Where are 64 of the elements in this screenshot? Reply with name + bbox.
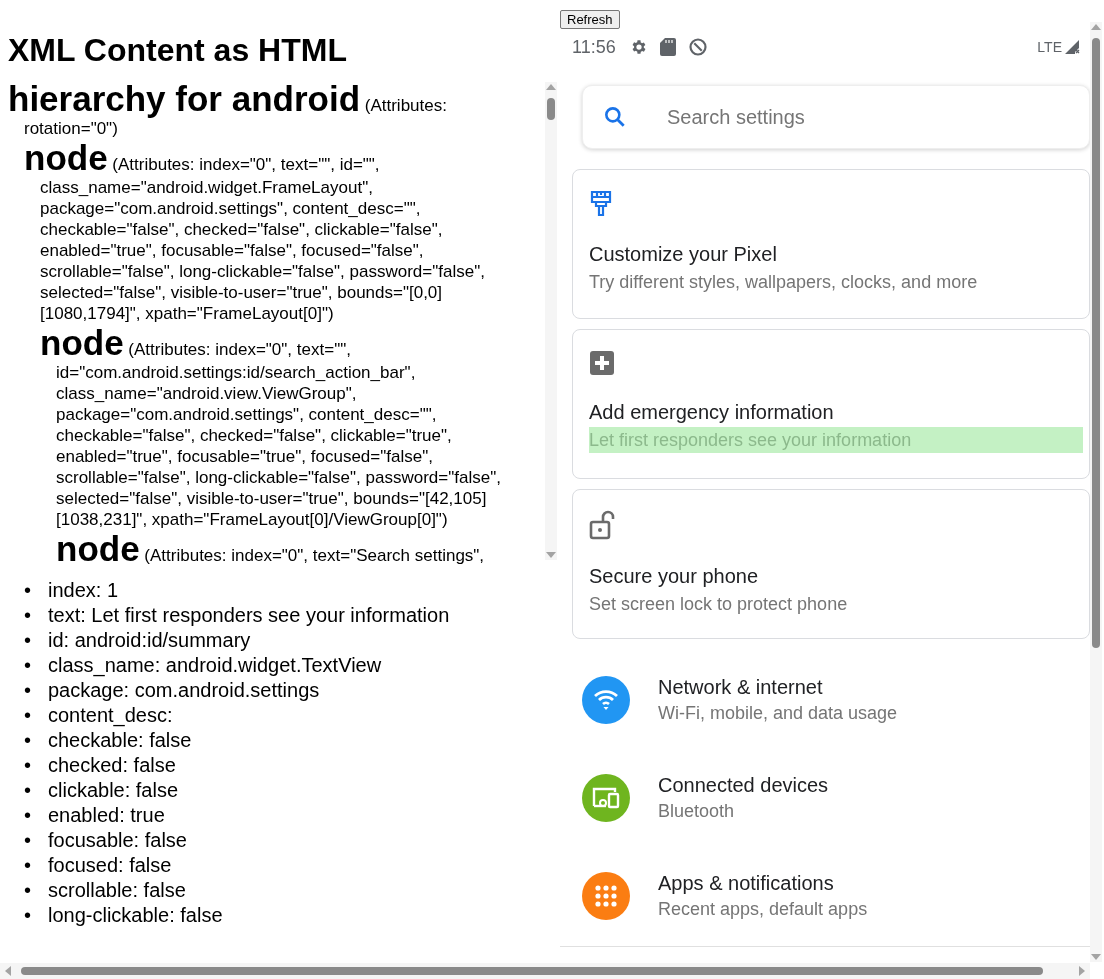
vertical-scrollbar[interactable] <box>1090 22 1102 962</box>
attribute-item: package: com.android.settings <box>48 678 320 703</box>
suggestion-card[interactable]: Secure your phone Set screen lock to protect phone <box>572 489 1090 639</box>
page-title: XML Content as HTML <box>8 31 347 70</box>
horizontal-scrollbar[interactable] <box>0 963 1090 979</box>
circle-slash-icon <box>687 37 708 57</box>
signal-icon <box>1064 39 1080 55</box>
bullet: • <box>24 728 32 753</box>
suggestion-card[interactable]: Add emergency information Let first responders see your information <box>572 329 1090 479</box>
hierarchy-entry: hierarchy for android(Attributes: rotation="0") <box>8 80 448 139</box>
vertical-scrollbar[interactable] <box>545 82 557 560</box>
settings-summary: Wi-Fi, mobile, and data usage <box>658 702 898 725</box>
attribute-item: checked: false <box>48 753 176 778</box>
status-time: 11:56 <box>572 35 616 59</box>
sd-card-icon <box>659 38 676 56</box>
card-title: Add emergency information <box>589 400 835 425</box>
node-entry: node(Attributes: index="0", text="", id="", class_name="android.widget.FrameLayout", package="com.android.settings", content_desc="", checkable="false", checked="false", clickable="false", enabled="true", focusable="false", focused="false", scrollable="false", long-clickable="false", password="false", selected="false", visible-to-user="true", bounds="[0,0][1080,1794]", xpath="FrameLayout[0]") <box>24 139 486 324</box>
bullet: • <box>24 703 32 728</box>
bullet: • <box>24 778 32 803</box>
settings-title: Network & internet <box>658 675 823 700</box>
network-type-label: LTE <box>1037 37 1062 57</box>
bullet: • <box>24 903 32 928</box>
bullet: • <box>24 653 32 678</box>
bullet: • <box>24 678 32 703</box>
bullet: • <box>24 578 32 603</box>
plus-square-icon <box>589 350 615 376</box>
settings-item[interactable]: Connected devices Bluetooth <box>560 749 1090 847</box>
bullet: • <box>24 603 32 628</box>
card-title: Secure your phone <box>589 564 759 589</box>
attribute-item: text: Let first responders see your information <box>48 603 450 628</box>
settings-item[interactable]: Network & internet Wi-Fi, mobile, and data usage <box>560 651 1090 749</box>
attribute-item: checkable: false <box>48 728 192 753</box>
attribute-item: content_desc: <box>48 703 173 728</box>
refresh-button[interactable]: Refresh <box>560 10 620 29</box>
bullet: • <box>24 753 32 778</box>
attribute-item: id: android:id/summary <box>48 628 251 653</box>
card-summary: Try different styles, wallpapers, clocks, and more <box>589 271 979 294</box>
settings-summary: Recent apps, default apps <box>658 898 868 921</box>
card-title: Customize your Pixel <box>589 242 778 267</box>
attribute-item: scrollable: false <box>48 878 186 903</box>
node-entry: node(Attributes: index="0", text="Search settings", <box>56 530 486 568</box>
attribute-item: enabled: true <box>48 803 165 828</box>
highlighted-summary: Let first responders see your information <box>589 427 1083 453</box>
settings-title: Apps & notifications <box>658 871 834 896</box>
settings-title: Connected devices <box>658 773 829 798</box>
bullet: • <box>24 628 32 653</box>
bullet: • <box>24 853 32 878</box>
bullet: • <box>24 878 32 903</box>
attribute-item: clickable: false <box>48 778 179 803</box>
search-field[interactable]: Search settings <box>582 85 1090 149</box>
card-summary: Set screen lock to protect phone <box>589 593 849 616</box>
suggestion-card[interactable]: Customize your Pixel Try different styles, wallpapers, clocks, and more <box>572 169 1090 319</box>
settings-item[interactable]: Apps & notifications Recent apps, default apps <box>560 847 1090 945</box>
unlocked-padlock-icon <box>589 510 617 540</box>
attribute-item: class_name: android.widget.TextView <box>48 653 382 678</box>
attribute-item: focused: false <box>48 853 172 878</box>
attribute-item: long-clickable: false <box>48 903 223 928</box>
attribute-item: focusable: false <box>48 828 187 853</box>
bullet: • <box>24 803 32 828</box>
attribute-item: index: 1 <box>48 578 119 603</box>
bullet: • <box>24 828 32 853</box>
node-entry: node(Attributes: index="0", text="", id="com.android.settings:id/search_action_bar", class_name="android.view.ViewGroup", package="com.android.settings", content_desc="", checkable="false", checked="false", clickable="true", enabled="true", focusable="true", focused="false", scrollable="false", long-clickable="false", password="false", selected="false", visible-to-user="true", bounds="[42,105][1038,231]", xpath="FrameLayout[0]/ViewGroup[0]") <box>40 324 502 530</box>
settings-summary: Bluetooth <box>658 800 735 823</box>
paintbrush-icon <box>589 190 613 218</box>
